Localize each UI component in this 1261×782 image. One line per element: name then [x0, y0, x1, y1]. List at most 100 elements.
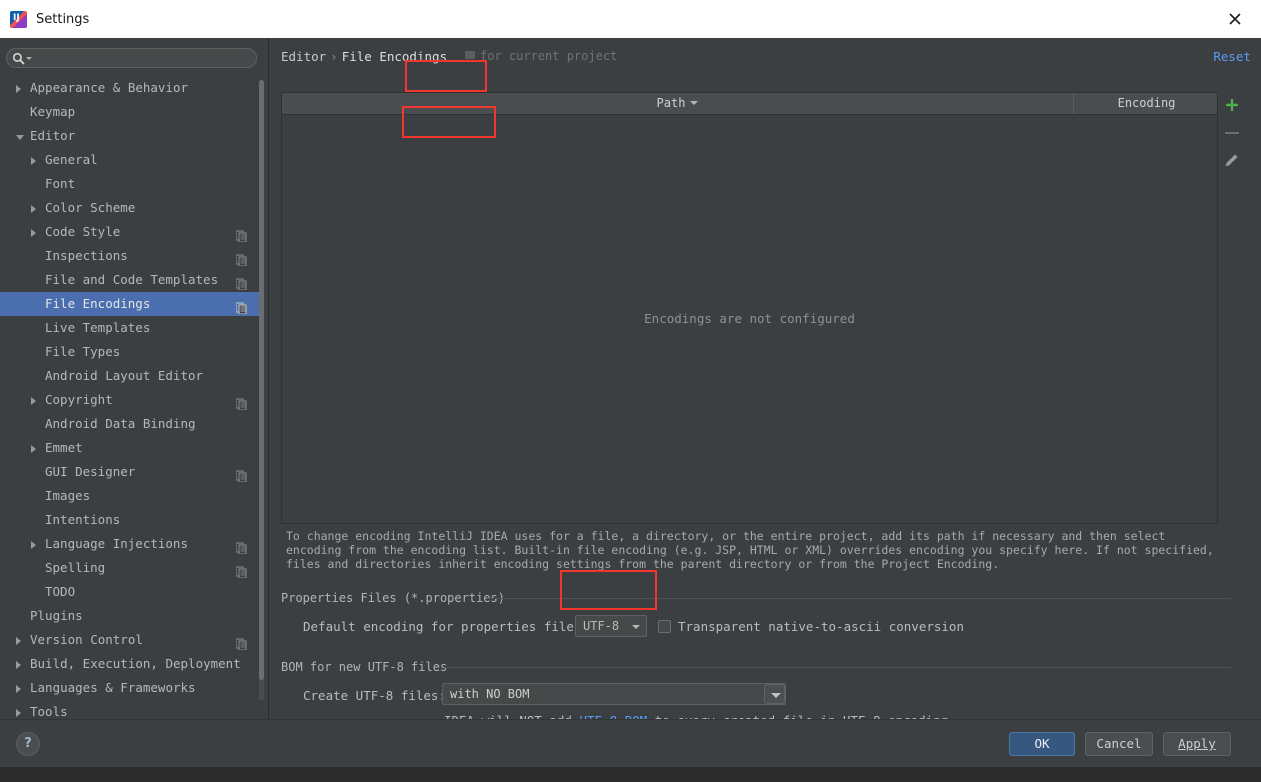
encodings-table: Path Encoding Encodings are not configur… — [281, 92, 1218, 524]
chevron-down-icon[interactable] — [16, 135, 24, 140]
window-title: Settings — [36, 11, 90, 27]
project-scope-icon — [235, 394, 247, 411]
sidebar-item-build-execution-deployment[interactable]: Build, Execution, Deployment — [0, 652, 263, 676]
sidebar-scrollbar[interactable] — [259, 80, 264, 700]
for-current-project-label: for current project — [480, 49, 618, 63]
chevron-right-icon[interactable] — [16, 709, 21, 717]
sidebar-item-gui-designer[interactable]: GUI Designer — [0, 460, 263, 484]
sidebar-item-spelling[interactable]: Spelling — [0, 556, 263, 580]
close-icon[interactable] — [1227, 11, 1243, 27]
cancel-button[interactable]: Cancel — [1085, 732, 1153, 756]
sidebar-item-languages-frameworks[interactable]: Languages & Frameworks — [0, 676, 263, 700]
column-header-path[interactable]: Path — [282, 93, 1074, 114]
sidebar-item-label: File Types — [45, 344, 121, 359]
properties-default-encoding-label: Default encoding for properties files — [303, 619, 582, 634]
sidebar-item-font[interactable]: Font — [0, 172, 263, 196]
sidebar-item-todo[interactable]: TODO — [0, 580, 263, 604]
sidebar-item-android-layout-editor[interactable]: Android Layout Editor — [0, 364, 263, 388]
sidebar-item-label: Language Injections — [45, 536, 188, 551]
help-button[interactable]: ? — [16, 732, 40, 756]
sidebar-item-label: Intentions — [45, 512, 121, 527]
sidebar-item-label: Tools — [30, 704, 68, 719]
sidebar-item-file-and-code-templates[interactable]: File and Code Templates — [0, 268, 263, 292]
sidebar-item-intentions[interactable]: Intentions — [0, 508, 263, 532]
sidebar-item-version-control[interactable]: Version Control — [0, 628, 263, 652]
apply-button-label: Apply — [1178, 736, 1216, 751]
project-scope-icon — [235, 538, 247, 555]
column-header-encoding[interactable]: Encoding — [1074, 93, 1219, 114]
chevron-down-icon — [632, 625, 640, 629]
properties-encoding-dropdown[interactable]: UTF-8 — [575, 615, 647, 637]
chevron-right-icon[interactable] — [31, 229, 36, 237]
project-scope-icon — [235, 250, 247, 267]
for-current-project-note: for current project — [465, 49, 617, 63]
search-input[interactable] — [34, 50, 253, 68]
encodings-description: To change encoding IntelliJ IDEA uses fo… — [286, 529, 1214, 571]
project-scope-icon — [235, 226, 247, 243]
project-scope-icon — [235, 274, 247, 291]
settings-content-panel: Editor › File Encodings for current projec… — [269, 38, 1261, 728]
transparent-native-to-ascii-checkbox[interactable] — [658, 620, 671, 633]
sidebar-item-tools[interactable]: Tools — [0, 700, 263, 719]
edit-encoding-button[interactable] — [1219, 148, 1245, 174]
sidebar-item-keymap[interactable]: Keymap — [0, 100, 263, 124]
sidebar-item-file-encodings[interactable]: File Encodings — [0, 292, 263, 316]
table-header: Path Encoding — [282, 93, 1217, 115]
bom-group-title: BOM for new UTF-8 files — [281, 660, 454, 674]
apply-button[interactable]: Apply — [1163, 732, 1231, 756]
sidebar-item-copyright[interactable]: Copyright — [0, 388, 263, 412]
table-toolbar — [1219, 92, 1247, 202]
settings-tree: Appearance & Behavior Keymap Editor General… — [0, 76, 263, 719]
plus-icon — [1225, 98, 1239, 112]
chevron-right-icon[interactable] — [16, 661, 21, 669]
sidebar-item-label: Android Layout Editor — [45, 368, 204, 383]
sidebar-item-plugins[interactable]: Plugins — [0, 604, 263, 628]
project-scope-icon — [235, 466, 247, 483]
sidebar-item-emmet[interactable]: Emmet — [0, 436, 263, 460]
intellij-idea-icon: IJ — [10, 10, 27, 28]
sidebar-item-live-templates[interactable]: Live Templates — [0, 316, 263, 340]
sidebar-item-label: Build, Execution, Deployment — [30, 656, 241, 671]
sidebar-item-label: Spelling — [45, 560, 106, 575]
breadcrumb-current: File Encodings — [341, 49, 448, 64]
chevron-right-icon[interactable] — [16, 637, 21, 645]
sidebar-item-general[interactable]: General — [0, 148, 263, 172]
chevron-right-icon[interactable] — [31, 541, 36, 549]
sidebar-item-label: TODO — [45, 584, 76, 599]
sidebar-item-label: Font — [45, 176, 76, 191]
sidebar-item-inspections[interactable]: Inspections — [0, 244, 263, 268]
project-scope-icon — [465, 51, 475, 59]
sidebar-item-images[interactable]: Images — [0, 484, 263, 508]
add-encoding-button[interactable] — [1219, 92, 1245, 118]
breadcrumb-root[interactable]: Editor — [281, 49, 326, 64]
title-bar: IJ Settings — [0, 0, 1261, 39]
chevron-right-icon[interactable] — [31, 397, 36, 405]
sidebar-item-label: General — [45, 152, 98, 167]
sidebar-item-label: File Encodings — [45, 296, 151, 311]
chevron-right-icon[interactable] — [31, 157, 36, 165]
settings-dialog: IJ Settings Appearance & Behavior Keymap… — [0, 0, 1261, 782]
reset-link[interactable]: Reset — [1213, 49, 1251, 64]
sidebar-item-android-data-binding[interactable]: Android Data Binding — [0, 412, 263, 436]
project-scope-icon — [235, 298, 247, 315]
sidebar-item-color-scheme[interactable]: Color Scheme — [0, 196, 263, 220]
sidebar-item-file-types[interactable]: File Types — [0, 340, 263, 364]
ok-button[interactable]: OK — [1009, 732, 1075, 756]
chevron-right-icon[interactable] — [16, 85, 21, 93]
remove-encoding-button[interactable] — [1219, 120, 1245, 146]
sidebar-item-code-style[interactable]: Code Style — [0, 220, 263, 244]
settings-sidebar: Appearance & Behavior Keymap Editor General… — [0, 38, 269, 719]
chevron-right-icon[interactable] — [16, 685, 21, 693]
desktop-strip — [0, 767, 1261, 782]
chevron-down-icon[interactable] — [26, 57, 32, 60]
bom-mode-dropdown[interactable]: with NO BOM — [442, 683, 786, 705]
chevron-right-icon[interactable] — [31, 445, 36, 453]
chevron-down-icon[interactable] — [764, 684, 785, 704]
sidebar-item-editor[interactable]: Editor — [0, 124, 263, 148]
chevron-right-icon[interactable] — [31, 205, 36, 213]
search-box[interactable] — [6, 48, 257, 68]
sidebar-item-language-injections[interactable]: Language Injections — [0, 532, 263, 556]
sidebar-item-appearance-behavior[interactable]: Appearance & Behavior — [0, 76, 263, 100]
pencil-icon — [1224, 153, 1239, 168]
sidebar-item-label: Copyright — [45, 392, 113, 407]
